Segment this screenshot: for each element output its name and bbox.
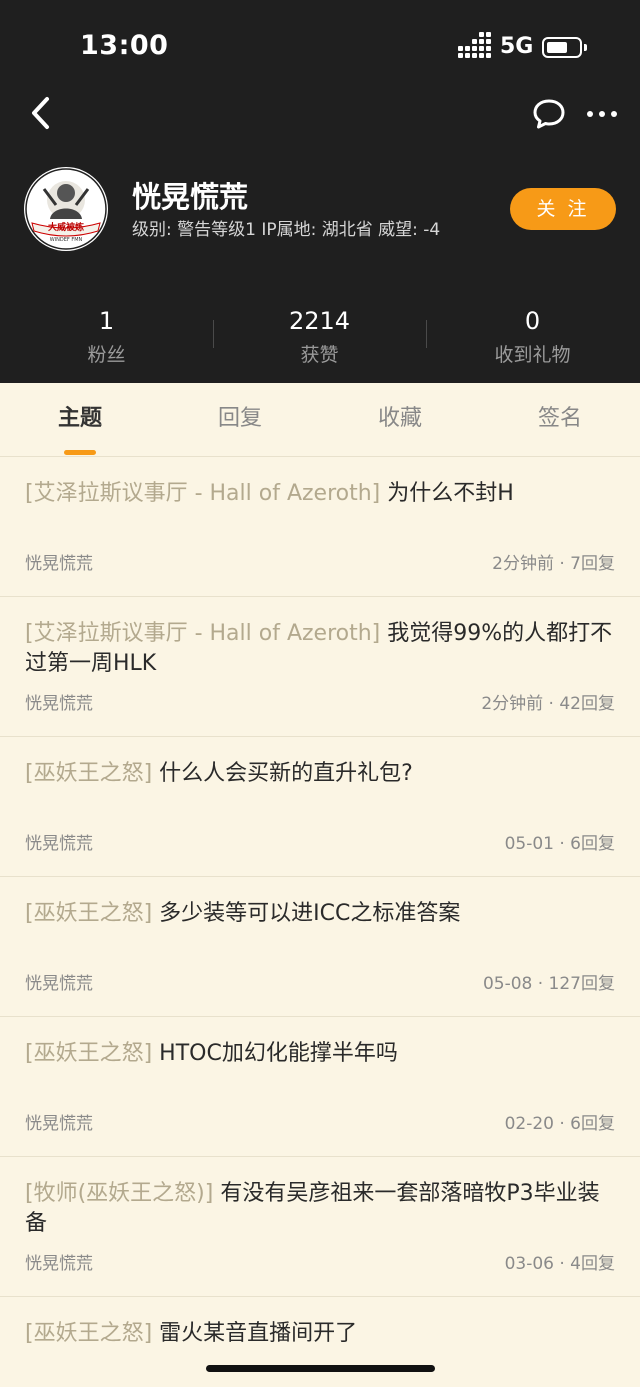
post-title: [巫妖王之怒] HTOC加幻化能撑半年吗 <box>25 1039 615 1069</box>
tab-replies[interactable]: 回复 <box>160 383 320 457</box>
avatar[interactable]: 大威被炼 WINDEF FMN <box>24 167 108 251</box>
stat-label: 收到礼物 <box>494 344 571 366</box>
post-info: 05-08 · 127回复 <box>482 974 615 994</box>
stat-label: 获赞 <box>300 344 339 366</box>
tab-topics[interactable]: 主题 <box>0 383 160 457</box>
forum-tag[interactable]: [巫妖王之怒] <box>25 901 152 926</box>
post-title-text: 什么人会买新的直升礼包? <box>159 761 413 786</box>
home-indicator[interactable] <box>206 1365 435 1372</box>
post-item[interactable]: [巫妖王之怒] 什么人会买新的直升礼包? 恍晃慌荒 05-01 · 6回复 <box>0 737 640 877</box>
post-author: 恍晃慌荒 <box>25 1114 93 1134</box>
tab-signature[interactable]: 签名 <box>480 383 640 457</box>
post-title: [巫妖王之怒] 多少装等可以进ICC之标准答案 <box>25 899 615 929</box>
post-title-text: 雷火某音直播间开了 <box>159 1321 358 1346</box>
forum-tag[interactable]: [艾泽拉斯议事厅 - Hall of Azeroth] <box>25 621 380 646</box>
avatar-banner-text: 大威被炼 <box>48 221 84 233</box>
stat-likes[interactable]: 2214 获赞 <box>213 305 426 367</box>
signal-icon <box>458 32 492 59</box>
post-title: [艾泽拉斯议事厅 - Hall of Azeroth] 我觉得99%的人都打不过… <box>25 619 615 679</box>
post-info: 03-06 · 4回复 <box>504 1254 615 1274</box>
post-title-text: 多少装等可以进ICC之标准答案 <box>159 901 461 926</box>
message-button[interactable] <box>530 96 568 132</box>
stat-value: 0 <box>524 307 541 335</box>
post-item[interactable]: [巫妖王之怒] 多少装等可以进ICC之标准答案 恍晃慌荒 05-08 · 127… <box>0 877 640 1017</box>
post-title: [巫妖王之怒] 雷火某音直播间开了 <box>25 1319 615 1349</box>
stat-value: 2214 <box>288 307 351 335</box>
forum-tag[interactable]: [牧师(巫妖王之怒)] <box>25 1181 213 1206</box>
post-info: 05-01 · 6回复 <box>504 834 615 854</box>
active-tab-indicator <box>64 450 96 455</box>
post-title-text: HTOC加幻化能撑半年吗 <box>159 1041 398 1066</box>
battery-icon <box>542 37 587 58</box>
user-meta: 级别: 警告等级1 IP属地: 湖北省 威望: -4 <box>132 220 441 240</box>
post-item[interactable]: [牧师(巫妖王之怒)] 有没有吴彦祖来一套部落暗牧P3毕业装备 恍晃慌荒 03-… <box>0 1157 640 1297</box>
tab-bar: 主题 回复 收藏 签名 <box>0 383 640 457</box>
status-time: 13:00 <box>80 30 169 61</box>
forum-tag[interactable]: [巫妖王之怒] <box>25 761 152 786</box>
post-title-text: 为什么不封H <box>387 481 514 506</box>
stat-label: 粉丝 <box>87 344 126 366</box>
status-bar: 13:00 5G <box>0 0 640 96</box>
post-title: [巫妖王之怒] 什么人会买新的直升礼包? <box>25 759 615 789</box>
follow-button[interactable]: 关 注 <box>510 188 616 230</box>
stat-gifts[interactable]: 0 收到礼物 <box>426 305 639 367</box>
post-author: 恍晃慌荒 <box>25 694 93 714</box>
chevron-left-icon <box>32 97 49 129</box>
post-info: 2分钟前 · 42回复 <box>481 694 615 714</box>
avatar-image: 大威被炼 WINDEF FMN <box>25 168 107 250</box>
back-button[interactable] <box>24 92 60 134</box>
more-button[interactable] <box>583 98 621 130</box>
forum-tag[interactable]: [巫妖王之怒] <box>25 1041 152 1066</box>
stat-fans[interactable]: 1 粉丝 <box>0 305 213 367</box>
post-item[interactable]: [巫妖王之怒] HTOC加幻化能撑半年吗 恍晃慌荒 02-20 · 6回复 <box>0 1017 640 1157</box>
post-info: 2分钟前 · 7回复 <box>492 554 615 574</box>
avatar-subtext: WINDEF FMN <box>50 237 83 243</box>
user-name: 恍晃慌荒 <box>132 180 249 214</box>
post-title: [艾泽拉斯议事厅 - Hall of Azeroth] 为什么不封H <box>25 479 615 509</box>
forum-tag[interactable]: [巫妖王之怒] <box>25 1321 152 1346</box>
profile-header: 13:00 5G 大威被炼 WINDEF FMN 恍晃慌荒 级别: 警告等级1 … <box>0 0 640 383</box>
post-item[interactable]: [艾泽拉斯议事厅 - Hall of Azeroth] 为什么不封H 恍晃慌荒 … <box>0 457 640 597</box>
chat-bubble-icon <box>533 99 565 129</box>
forum-tag[interactable]: [艾泽拉斯议事厅 - Hall of Azeroth] <box>25 481 380 506</box>
network-type: 5G <box>500 34 534 59</box>
stat-value: 1 <box>98 307 115 335</box>
post-info: 02-20 · 6回复 <box>504 1114 615 1134</box>
post-title: [牧师(巫妖王之怒)] 有没有吴彦祖来一套部落暗牧P3毕业装备 <box>25 1179 615 1239</box>
post-author: 恍晃慌荒 <box>25 554 93 574</box>
tab-favorites[interactable]: 收藏 <box>320 383 480 457</box>
post-item[interactable]: [艾泽拉斯议事厅 - Hall of Azeroth] 我觉得99%的人都打不过… <box>0 597 640 737</box>
post-author: 恍晃慌荒 <box>25 974 93 994</box>
post-author: 恍晃慌荒 <box>25 1254 93 1274</box>
post-author: 恍晃慌荒 <box>25 834 93 854</box>
post-item[interactable]: [巫妖王之怒] 雷火某音直播间开了 <box>0 1297 640 1387</box>
